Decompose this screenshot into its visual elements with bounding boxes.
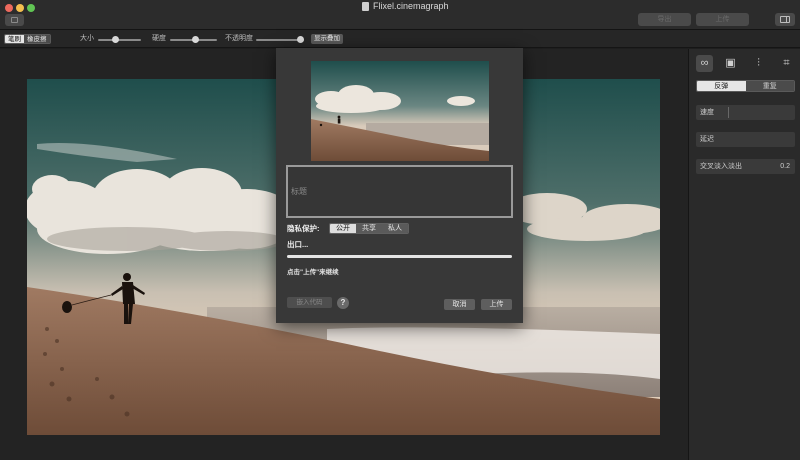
crop-tab[interactable]: ⌗ (778, 55, 795, 72)
privacy-private-button[interactable]: 私人 (382, 224, 408, 233)
export-button[interactable]: 导出 (638, 13, 691, 26)
photo-icon (11, 17, 18, 23)
export-status: 出口... (287, 240, 309, 249)
title-input[interactable] (288, 167, 511, 216)
title-field[interactable] (286, 165, 513, 218)
speed-slider[interactable]: 速度 (696, 105, 795, 120)
embed-code-button[interactable]: 嵌入代码 (287, 297, 332, 308)
crossfade-value: 0.2 (780, 163, 790, 170)
loop-icon: ∞ (700, 57, 709, 69)
photo-icon: ▣ (725, 57, 736, 69)
export-progress-fill (287, 255, 512, 258)
zoom-window-button[interactable] (27, 4, 35, 12)
help-button[interactable]: ? (337, 297, 349, 309)
privacy-public-button[interactable]: 公开 (330, 224, 356, 233)
library-button[interactable] (5, 14, 24, 26)
loop-tab[interactable]: ∞ (696, 55, 713, 72)
hardness-slider-knob[interactable] (192, 36, 199, 43)
crop-icon: ⌗ (783, 57, 790, 69)
speed-label: 速度 (700, 109, 714, 116)
continue-hint: 点击"上传"来继续 (287, 269, 339, 276)
size-slider[interactable] (98, 36, 141, 43)
adjust-tab[interactable]: ⫶ (750, 55, 767, 72)
close-window-button[interactable] (5, 4, 13, 12)
privacy-shared-button[interactable]: 共享 (356, 224, 382, 233)
window-title: Flixel.cinemagraph (373, 1, 449, 11)
speed-marker (728, 107, 729, 118)
help-icon: ? (340, 298, 346, 307)
crossfade-label: 交叉淡入淡出 (700, 163, 742, 170)
opacity-slider-knob[interactable] (297, 36, 304, 43)
loop-mode-control: 反弹 重复 (696, 80, 795, 92)
cancel-button[interactable]: 取消 (444, 299, 475, 310)
brush-tool-button[interactable]: 笔刷 (5, 35, 24, 43)
sidebar-icon (780, 16, 790, 23)
preview-thumbnail (311, 61, 489, 161)
toggle-panel-button[interactable] (775, 13, 795, 26)
crossfade-slider[interactable]: 交叉淡入淡出 0.2 (696, 159, 795, 174)
mask-toolbar: 笔刷 橡皮擦 大小 硬度 不透明度 显示叠加 (0, 30, 800, 48)
document-icon (362, 2, 369, 11)
right-panel: ∞ ▣ ⫶ ⌗ 反弹 重复 速度 延迟 交叉淡入淡出 0.2 (688, 49, 800, 460)
eraser-tool-button[interactable]: 橡皮擦 (24, 35, 50, 43)
upload-button[interactable]: 上传 (481, 299, 512, 310)
hardness-slider[interactable] (170, 36, 217, 43)
privacy-label: 隐私保护: (287, 224, 320, 233)
delay-label: 延迟 (700, 136, 714, 143)
minimize-window-button[interactable] (16, 4, 24, 12)
hardness-label: 硬度 (152, 35, 166, 42)
opacity-slider[interactable] (256, 36, 304, 43)
upload-toolbar-button[interactable]: 上传 (696, 13, 749, 26)
title-bar: Flixel.cinemagraph 导出 上传 (0, 0, 800, 30)
tool-segmented-control: 笔刷 橡皮擦 (4, 34, 51, 44)
image-tab[interactable]: ▣ (722, 55, 739, 72)
opacity-label: 不透明度 (225, 35, 253, 42)
delay-slider[interactable]: 延迟 (696, 132, 795, 147)
size-label: 大小 (80, 35, 94, 42)
upload-dialog: 隐私保护: 公开 共享 私人 出口... 点击"上传"来继续 嵌入代码 ? 取消… (276, 48, 523, 323)
privacy-segmented-control: 公开 共享 私人 (329, 223, 409, 234)
bounce-mode-button[interactable]: 反弹 (697, 81, 746, 91)
export-progress-bar (287, 255, 512, 258)
repeat-mode-button[interactable]: 重复 (745, 81, 794, 91)
sliders-icon: ⫶ (757, 57, 760, 69)
show-overlay-button[interactable]: 显示叠加 (311, 34, 343, 44)
size-slider-knob[interactable] (112, 36, 120, 43)
